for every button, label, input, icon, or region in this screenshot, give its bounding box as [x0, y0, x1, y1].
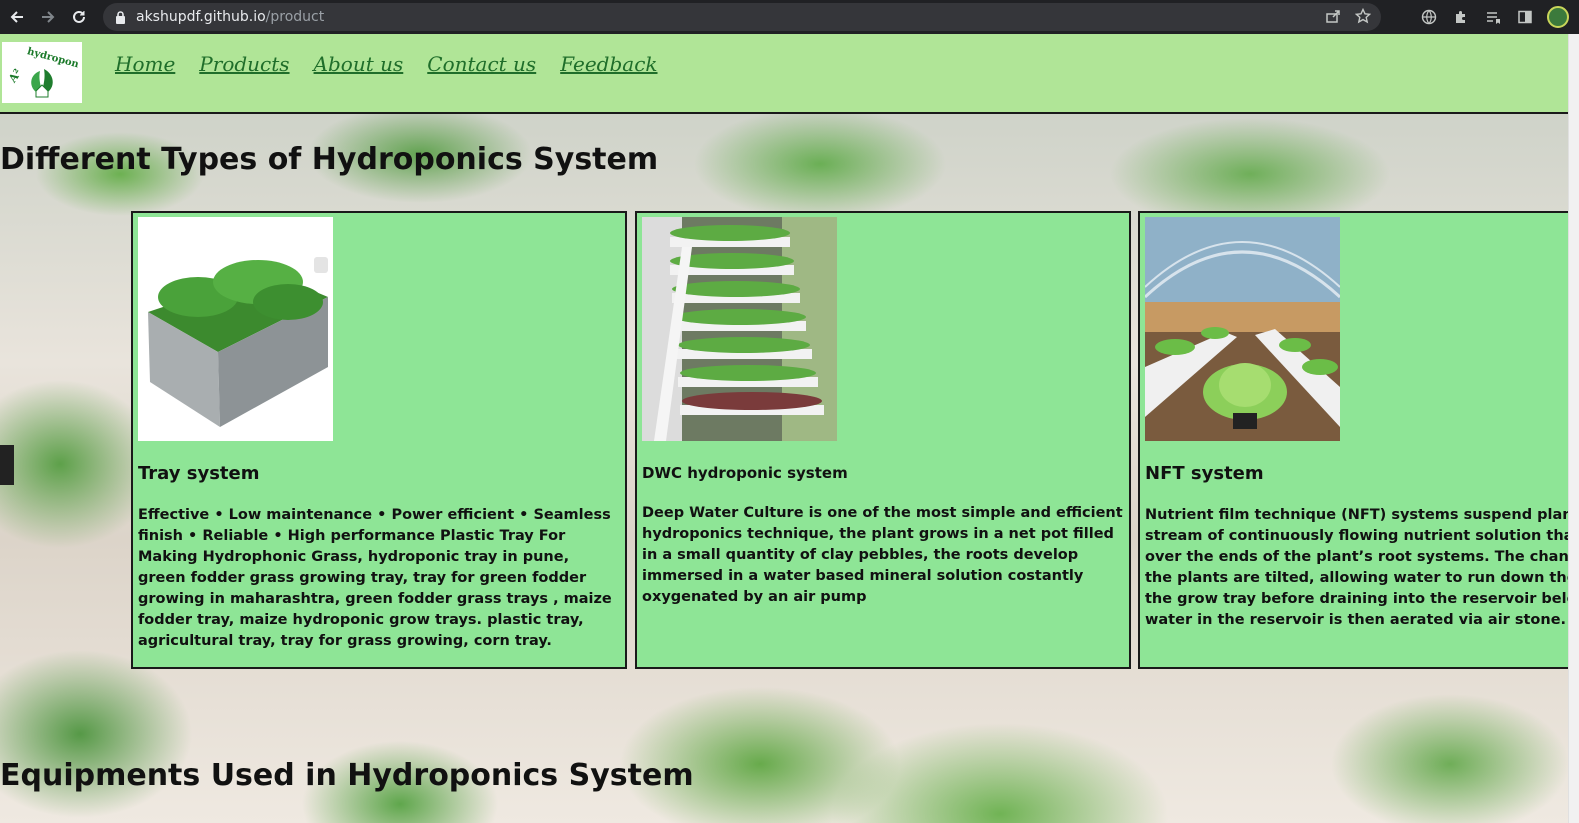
- card-title: NFT system: [1145, 463, 1264, 484]
- card-description-line: over the ends of the plant’s root system…: [1145, 549, 1568, 565]
- card-description-line: water in the reservoir is then aerated v…: [1145, 612, 1567, 628]
- page-scrollbar[interactable]: [1568, 34, 1579, 823]
- site-logo[interactable]: A² hydroponics: [2, 42, 82, 103]
- address-bar[interactable]: akshupdf.github.io/product: [103, 3, 1381, 31]
- url-path: /product: [265, 9, 325, 25]
- product-card-tray: Tray system Effective • Low maintenance …: [131, 211, 627, 669]
- card-description-line: Nutrient film technique (NFT) systems su…: [1145, 507, 1568, 523]
- side-panel-icon[interactable]: [1515, 7, 1535, 27]
- bookmark-star-icon[interactable]: [1355, 8, 1371, 24]
- nft-system-image: [1145, 217, 1340, 441]
- carousel-prev-button[interactable]: [0, 445, 14, 485]
- browser-toolbar: akshupdf.github.io/product: [0, 0, 1579, 34]
- share-icon[interactable]: [1325, 8, 1341, 24]
- reload-icon[interactable]: [65, 3, 93, 31]
- product-card-dwc: DWC hydroponic system Deep Water Culture…: [635, 211, 1131, 669]
- tray-system-image: [138, 217, 333, 441]
- product-card-nft: NFT system Nutrient film technique (NFT)…: [1138, 211, 1568, 669]
- main-nav: Home Products About us Contact us Feedba…: [115, 52, 658, 76]
- card-title: Tray system: [138, 463, 260, 484]
- card-description-line: the grow tray before draining into the r…: [1145, 591, 1568, 607]
- extensions-icon[interactable]: [1451, 7, 1471, 27]
- site-navbar: A² hydroponics Home Products About us Co…: [0, 34, 1568, 114]
- nav-link-about-us[interactable]: About us: [314, 52, 404, 76]
- card-description-line: stream of continuously flowing nutrient …: [1145, 528, 1568, 544]
- page-viewport: A² hydroponics Home Products About us Co…: [0, 34, 1568, 823]
- card-description: Deep Water Culture is one of the most si…: [642, 505, 1123, 605]
- card-title: DWC hydroponic system: [642, 464, 848, 482]
- globe-icon[interactable]: [1419, 7, 1439, 27]
- card-description: Nutrient film technique (NFT) systems su…: [1145, 505, 1568, 631]
- forward-icon[interactable]: [34, 3, 62, 31]
- nav-link-contact-us[interactable]: Contact us: [427, 52, 536, 76]
- section-title-types: Different Types of Hydroponics System: [0, 142, 659, 177]
- nav-link-products[interactable]: Products: [199, 52, 289, 76]
- svg-text:hydroponics: hydroponics: [26, 46, 78, 74]
- dwc-system-image: [642, 217, 837, 441]
- profile-avatar[interactable]: [1547, 6, 1569, 28]
- reading-list-icon[interactable]: [1483, 7, 1503, 27]
- url-host: akshupdf.github.io: [136, 9, 266, 25]
- lock-icon: [115, 10, 126, 24]
- section-title-equipments: Equipments Used in Hydroponics System: [0, 758, 694, 793]
- nav-link-home[interactable]: Home: [115, 52, 175, 76]
- svg-text:A²: A²: [6, 66, 24, 85]
- nav-link-feedback[interactable]: Feedback: [560, 52, 657, 76]
- card-description-line: the plants are tilted, allowing water to…: [1145, 570, 1568, 586]
- back-icon[interactable]: [3, 3, 31, 31]
- card-description: Effective • Low maintenance • Power effi…: [138, 507, 612, 649]
